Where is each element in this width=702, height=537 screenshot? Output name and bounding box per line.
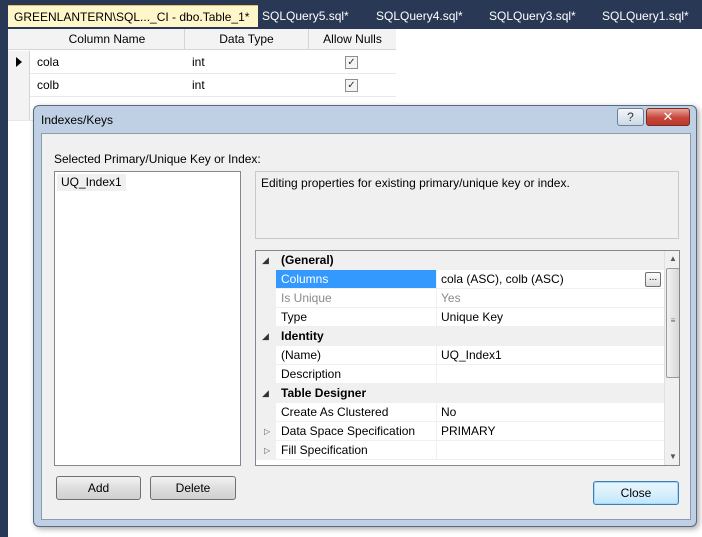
property-value[interactable] [437, 365, 664, 384]
data-type-cell[interactable]: int [192, 51, 205, 74]
indexes-keys-dialog: Indexes/Keys ? ✕ Selected Primary/Unique… [33, 105, 697, 527]
property-value[interactable]: Unique Key [437, 308, 664, 327]
description-panel: Editing properties for existing primary/… [255, 171, 679, 239]
category-label: (General) [281, 253, 334, 267]
property-row-data-space[interactable]: ▷ Data Space Specification PRIMARY [256, 422, 664, 441]
row-gutter [256, 270, 276, 289]
column-name-cell[interactable]: colb [37, 74, 59, 97]
left-frame [0, 29, 8, 537]
close-icon[interactable]: ✕ [646, 108, 690, 126]
collapse-triangle-icon[interactable]: ◢ [262, 327, 269, 346]
property-value[interactable]: UQ_Index1 [437, 346, 664, 365]
allow-nulls-header[interactable]: Allow Nulls [309, 29, 396, 50]
allow-nulls-checkbox[interactable]: ✓ [345, 56, 358, 69]
key-list-label: Selected Primary/Unique Key or Index: [54, 152, 261, 166]
data-type-header[interactable]: Data Type [185, 29, 309, 50]
tab-sqlquery3[interactable]: SQLQuery3.sql* [489, 5, 576, 27]
dialog-title: Indexes/Keys [41, 113, 114, 127]
property-row-description[interactable]: Description [256, 365, 664, 384]
row-gutter [256, 365, 276, 384]
property-value[interactable]: No [437, 403, 664, 422]
property-row-fill-spec[interactable]: ▷ Fill Specification [256, 441, 664, 460]
row-gutter [256, 346, 276, 365]
add-button[interactable]: Add [56, 476, 141, 500]
data-type-cell[interactable]: int [192, 74, 205, 97]
table-row[interactable]: cola int ✓ [8, 51, 396, 74]
property-name[interactable]: Create As Clustered [276, 403, 437, 422]
property-row-is-unique[interactable]: Is Unique Yes [256, 289, 664, 308]
row-gutter [256, 308, 276, 327]
scroll-up-icon[interactable]: ▲ [665, 251, 679, 267]
property-value[interactable]: PRIMARY [437, 422, 664, 441]
property-row-columns[interactable]: Columns cola (ASC), colb (ASC) ... [256, 270, 664, 289]
row-selector[interactable] [8, 97, 30, 120]
tab-table-designer[interactable]: GREENLANTERN\SQL..._CI - dbo.Table_1* [8, 5, 258, 27]
ellipsis-button[interactable]: ... [645, 272, 661, 287]
property-name[interactable]: (Name) [276, 346, 437, 365]
category-table-designer[interactable]: ◢ Table Designer [256, 384, 664, 403]
category-identity[interactable]: ◢ Identity [256, 327, 664, 346]
property-name[interactable]: Columns [276, 270, 437, 289]
row-gutter [256, 403, 276, 422]
row-selector[interactable] [8, 51, 30, 74]
property-row-name[interactable]: (Name) UQ_Index1 [256, 346, 664, 365]
close-button[interactable]: Close [593, 481, 679, 505]
row-gutter: ▷ [256, 422, 276, 441]
tab-sqlquery1[interactable]: SQLQuery1.sql* [602, 5, 689, 27]
property-name[interactable]: Type [276, 308, 437, 327]
column-name-header[interactable]: Column Name [30, 29, 185, 50]
collapse-triangle-icon[interactable]: ◢ [262, 384, 269, 403]
row-selector[interactable] [8, 74, 30, 97]
property-row-create-as-clustered[interactable]: Create As Clustered No [256, 403, 664, 422]
scroll-down-icon[interactable]: ▼ [665, 449, 679, 465]
row-gutter [256, 289, 276, 308]
property-name[interactable]: Is Unique [276, 289, 437, 308]
list-item[interactable]: UQ_Index1 [57, 174, 126, 191]
category-label: Identity [281, 329, 324, 343]
help-button[interactable]: ? [617, 108, 644, 126]
property-value[interactable]: cola (ASC), colb (ASC) [437, 270, 664, 289]
category-general[interactable]: ◢ (General) [256, 251, 664, 270]
grip-icon: ≡ [670, 316, 676, 325]
tab-sqlquery4[interactable]: SQLQuery4.sql* [376, 5, 463, 27]
description-text: Editing properties for existing primary/… [261, 176, 570, 190]
row-gutter: ▷ [256, 441, 276, 460]
property-name[interactable]: Description [276, 365, 437, 384]
column-name-cell[interactable]: cola [37, 51, 59, 74]
property-row-type[interactable]: Type Unique Key [256, 308, 664, 327]
category-label: Table Designer [281, 386, 367, 400]
property-grid[interactable]: ◢ (General) Columns cola (ASC), colb (AS… [255, 250, 680, 466]
property-value[interactable]: Yes [437, 289, 664, 308]
grid-header: Column Name Data Type Allow Nulls [8, 29, 396, 50]
dialog-client-area: Selected Primary/Unique Key or Index: UQ… [41, 133, 691, 520]
key-list[interactable]: UQ_Index1 [54, 171, 241, 466]
property-name[interactable]: Fill Specification [276, 441, 437, 460]
collapse-triangle-icon[interactable]: ◢ [262, 251, 269, 270]
property-value[interactable] [437, 441, 664, 460]
delete-button[interactable]: Delete [150, 476, 236, 500]
vertical-scrollbar[interactable]: ▲ ≡ ▼ [664, 251, 679, 465]
allow-nulls-checkbox[interactable]: ✓ [345, 79, 358, 92]
table-row[interactable]: colb int ✓ [8, 74, 396, 97]
scrollbar-thumb[interactable]: ≡ [666, 268, 679, 378]
document-tab-strip: GREENLANTERN\SQL..._CI - dbo.Table_1* SQ… [0, 0, 702, 29]
expand-triangle-icon[interactable]: ▷ [264, 422, 270, 441]
tab-sqlquery5[interactable]: SQLQuery5.sql* [262, 5, 349, 27]
property-name[interactable]: Data Space Specification [276, 422, 437, 441]
expand-triangle-icon[interactable]: ▷ [264, 441, 270, 460]
current-row-arrow-icon [16, 57, 22, 67]
